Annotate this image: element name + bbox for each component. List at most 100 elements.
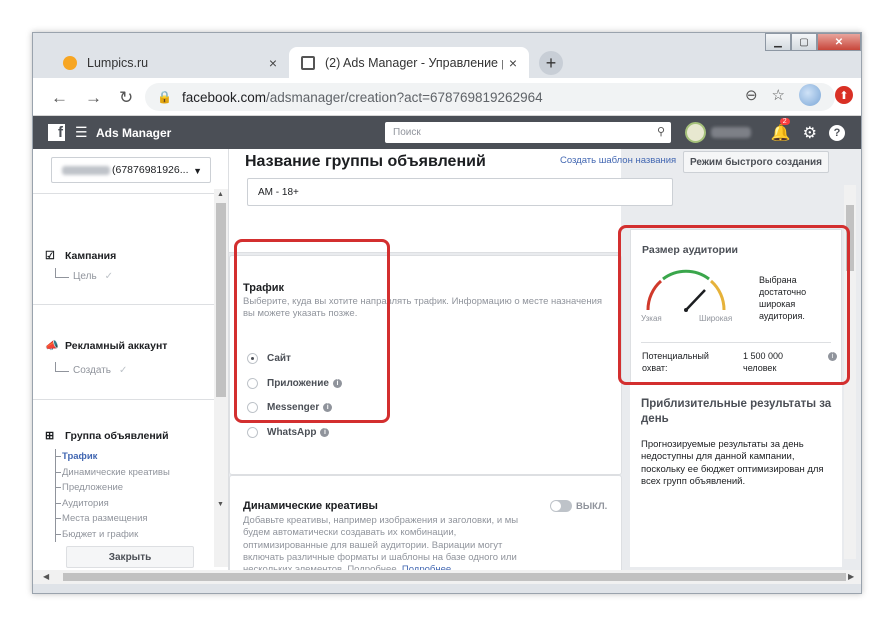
fb-top-bar: f ☰ Ads Manager Поиск ⚲ 🔔 2 ⚙ ? (33, 116, 861, 149)
profile-avatar[interactable] (799, 84, 821, 106)
tab-ads-manager[interactable]: (2) Ads Manager - Управление р × (289, 47, 529, 78)
close-button[interactable]: Закрыть (66, 546, 194, 568)
lock-icon: 🔒 (157, 90, 172, 104)
radio-whatsapp[interactable]: WhatsApp i (247, 427, 330, 438)
minimize-icon[interactable]: ▁ (765, 33, 791, 51)
scroll-right-icon[interactable]: ▶ (848, 572, 854, 581)
forward-icon[interactable]: → (85, 88, 102, 108)
chevron-down-icon: ▼ (193, 166, 202, 176)
tab-close-icon[interactable]: × (509, 55, 517, 71)
step-label: Кампания (65, 249, 117, 262)
checkbox-icon: ☑ (45, 250, 55, 262)
check-icon: ✓ (119, 365, 128, 376)
address-bar: ← → ↻ 🔒 facebook.com/adsmanager/creation… (33, 78, 861, 116)
ad-group-name-field[interactable]: AM - 18+ (247, 178, 673, 206)
ad-group-subnav: Трафик Динамические креативы Предложение… (55, 449, 170, 542)
scroll-down-icon[interactable]: ▼ (217, 501, 224, 508)
tab-lumpics[interactable]: Lumpics.ru × (51, 47, 289, 78)
window-close-icon[interactable]: ✕ (817, 33, 861, 51)
lumpics-favicon-icon (63, 55, 77, 70)
tree-line (55, 267, 69, 278)
facebook-logo-icon[interactable]: f (48, 124, 65, 141)
daily-estimates-card: Приблизительные результаты за день Прогн… (630, 385, 842, 567)
search-icon[interactable]: ⚲ (657, 125, 665, 138)
sidebar-scrollbar[interactable]: ▲ ▼ (214, 189, 228, 567)
subnav-item-audience[interactable]: Аудитория (56, 496, 170, 512)
bookmark-star-icon[interactable]: ☆ (772, 86, 785, 104)
step-ad-group[interactable]: ⊞ Группа объявлений (45, 429, 169, 443)
info-icon[interactable]: i (320, 428, 330, 437)
radio-label: WhatsApp (267, 427, 317, 438)
browser-actions: ⊖ ☆ ⬆ (745, 84, 853, 106)
status-bar (33, 584, 861, 593)
dynamic-title: Динамические креативы (243, 500, 378, 512)
zoom-icon[interactable]: ⊖ (745, 86, 758, 104)
substep-label: Создать (73, 365, 112, 376)
scroll-up-icon[interactable]: ▲ (217, 191, 224, 198)
settings-gear-icon[interactable]: ⚙ (803, 123, 817, 143)
subnav-item-placements[interactable]: Места размещения (56, 511, 170, 527)
tab-label: (2) Ads Manager - Управление р (325, 55, 503, 70)
fb-search-input[interactable]: Поиск ⚲ (385, 122, 671, 143)
url-host: facebook.com (181, 89, 266, 105)
dynamic-description: Добавьте креативы, например изображения … (243, 515, 533, 576)
subnav-item-dynamic[interactable]: Динамические креативы (56, 465, 170, 481)
hamburger-menu-icon[interactable]: ☰ (75, 124, 88, 141)
substep-label: Цель (73, 271, 97, 282)
reload-icon[interactable]: ↻ (119, 88, 133, 108)
radio-dot[interactable] (247, 427, 258, 438)
tab-strip: Lumpics.ru × (2) Ads Manager - Управлени… (33, 33, 861, 78)
scroll-left-icon[interactable]: ◀ (43, 572, 49, 581)
step-label: Рекламный аккаунт (65, 339, 168, 352)
help-icon[interactable]: ? (829, 125, 845, 141)
tab-label: Lumpics.ru (87, 55, 149, 70)
notification-badge: 2 (779, 118, 790, 125)
tab-close-icon[interactable]: × (269, 55, 277, 71)
toggle-switch[interactable] (550, 500, 572, 512)
step-campaign[interactable]: ☑ Кампания (45, 249, 117, 263)
ad-group-name-section: Название группы объявлений Создать шабло… (229, 149, 676, 253)
substep-objective[interactable]: Цель ✓ (55, 267, 114, 282)
maximize-icon[interactable]: ▢ (791, 33, 817, 51)
dynamic-toggle[interactable]: ВЫКЛ. (550, 500, 607, 512)
user-avatar[interactable] (685, 122, 706, 143)
account-select[interactable]: (67876981926... ▼ (51, 157, 211, 183)
subnav-item-budget[interactable]: Бюджет и график (56, 527, 170, 543)
horizontal-scrollbar[interactable]: ◀ ▶ (33, 570, 861, 584)
dynamic-description-text: Добавьте креативы, например изображения … (243, 515, 519, 575)
traffic-highlight (234, 239, 390, 423)
estimates-title: Приблизительные результаты за день (641, 398, 832, 425)
scroll-thumb[interactable] (63, 573, 846, 581)
update-icon[interactable]: ⬆ (835, 86, 853, 104)
url-field[interactable]: 🔒 facebook.com/adsmanager/creation?act=6… (145, 83, 835, 111)
scroll-thumb[interactable] (216, 203, 226, 397)
url-path: /adsmanager/creation?act=678769819262964 (266, 89, 543, 105)
app-title: Ads Manager (96, 126, 172, 140)
new-tab-button[interactable]: + (539, 51, 563, 75)
account-name-blurred (62, 165, 110, 175)
divider (33, 399, 214, 400)
fb-actions: 🔔 2 ⚙ ? (771, 118, 845, 143)
step-label: Группа объявлений (65, 429, 169, 442)
page-title: Название группы объявлений (245, 153, 486, 170)
back-icon[interactable]: ← (51, 88, 68, 108)
megaphone-icon: 📣 (45, 340, 59, 352)
grid-icon: ⊞ (45, 430, 55, 442)
browser-window: Lumpics.ru × (2) Ads Manager - Управлени… (32, 32, 862, 594)
ads-manager-favicon-icon (301, 55, 315, 70)
estimates-description: Прогнозируемые результаты за день недост… (641, 439, 824, 487)
divider (33, 304, 214, 305)
tree-line (55, 361, 69, 372)
notifications-bell-icon[interactable]: 🔔 2 (771, 118, 791, 143)
user-name-blurred (711, 127, 751, 138)
step-ad-account[interactable]: 📣 Рекламный аккаунт (45, 339, 168, 353)
audience-highlight (618, 225, 850, 385)
subnav-item-offer[interactable]: Предложение (56, 480, 170, 496)
divider (33, 193, 214, 194)
account-id: (67876981926... (112, 164, 189, 176)
sidebar: (67876981926... ▼ ☑ Кампания Цель ✓ 📣 Ре… (33, 149, 229, 567)
toggle-label: ВЫКЛ. (576, 500, 608, 512)
check-icon: ✓ (104, 271, 114, 282)
substep-create[interactable]: Создать ✓ (55, 361, 128, 376)
subnav-item-traffic[interactable]: Трафик (56, 449, 170, 465)
